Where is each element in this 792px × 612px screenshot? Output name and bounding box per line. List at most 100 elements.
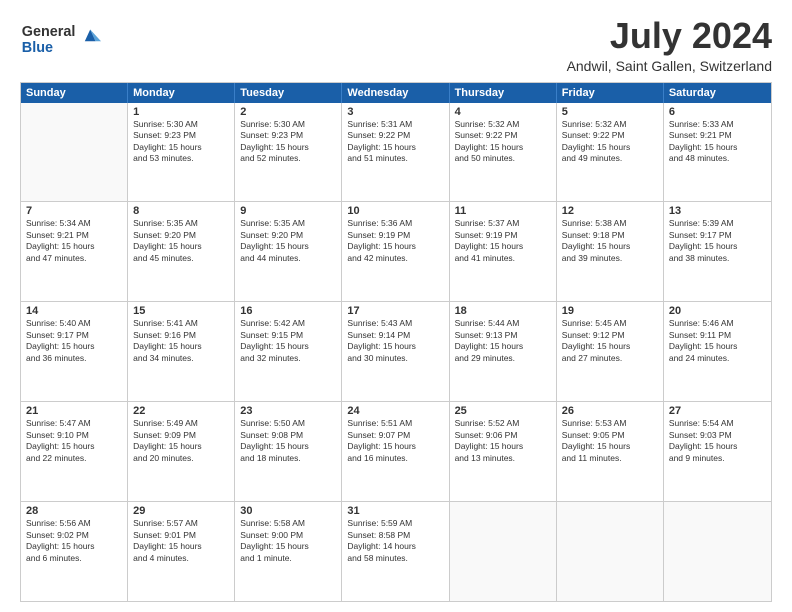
day-number: 7 — [26, 205, 122, 217]
cell-info: Sunrise: 5:41 AMSunset: 9:16 PMDaylight:… — [133, 318, 229, 364]
title-area: July 2024 Andwil, Saint Gallen, Switzerl… — [567, 16, 772, 74]
calendar-cell: 16Sunrise: 5:42 AMSunset: 9:15 PMDayligh… — [235, 302, 342, 401]
calendar-cell: 30Sunrise: 5:58 AMSunset: 9:00 PMDayligh… — [235, 502, 342, 601]
logo-image: General Blue — [20, 16, 110, 61]
calendar-cell: 9Sunrise: 5:35 AMSunset: 9:20 PMDaylight… — [235, 202, 342, 301]
day-number: 28 — [26, 505, 122, 517]
calendar-cell: 21Sunrise: 5:47 AMSunset: 9:10 PMDayligh… — [21, 402, 128, 501]
cell-info: Sunrise: 5:37 AMSunset: 9:19 PMDaylight:… — [455, 218, 551, 264]
header-day-thursday: Thursday — [450, 83, 557, 103]
day-number: 5 — [562, 106, 658, 118]
calendar-row-4: 28Sunrise: 5:56 AMSunset: 9:02 PMDayligh… — [21, 501, 771, 601]
cell-info: Sunrise: 5:34 AMSunset: 9:21 PMDaylight:… — [26, 218, 122, 264]
day-number: 9 — [240, 205, 336, 217]
day-number: 19 — [562, 305, 658, 317]
calendar-body: 1Sunrise: 5:30 AMSunset: 9:23 PMDaylight… — [21, 103, 771, 601]
day-number: 15 — [133, 305, 229, 317]
svg-text:Blue: Blue — [22, 40, 53, 56]
calendar-cell — [21, 103, 128, 202]
day-number: 12 — [562, 205, 658, 217]
calendar-row-2: 14Sunrise: 5:40 AMSunset: 9:17 PMDayligh… — [21, 301, 771, 401]
calendar-cell: 25Sunrise: 5:52 AMSunset: 9:06 PMDayligh… — [450, 402, 557, 501]
calendar: SundayMondayTuesdayWednesdayThursdayFrid… — [20, 82, 772, 602]
cell-info: Sunrise: 5:32 AMSunset: 9:22 PMDaylight:… — [455, 119, 551, 165]
calendar-cell: 20Sunrise: 5:46 AMSunset: 9:11 PMDayligh… — [664, 302, 771, 401]
day-number: 14 — [26, 305, 122, 317]
day-number: 26 — [562, 405, 658, 417]
day-number: 13 — [669, 205, 766, 217]
calendar-cell: 19Sunrise: 5:45 AMSunset: 9:12 PMDayligh… — [557, 302, 664, 401]
cell-info: Sunrise: 5:52 AMSunset: 9:06 PMDaylight:… — [455, 418, 551, 464]
calendar-cell: 2Sunrise: 5:30 AMSunset: 9:23 PMDaylight… — [235, 103, 342, 202]
day-number: 8 — [133, 205, 229, 217]
cell-info: Sunrise: 5:54 AMSunset: 9:03 PMDaylight:… — [669, 418, 766, 464]
day-number: 17 — [347, 305, 443, 317]
cell-info: Sunrise: 5:39 AMSunset: 9:17 PMDaylight:… — [669, 218, 766, 264]
calendar-row-1: 7Sunrise: 5:34 AMSunset: 9:21 PMDaylight… — [21, 201, 771, 301]
cell-info: Sunrise: 5:53 AMSunset: 9:05 PMDaylight:… — [562, 418, 658, 464]
cell-info: Sunrise: 5:31 AMSunset: 9:22 PMDaylight:… — [347, 119, 443, 165]
cell-info: Sunrise: 5:47 AMSunset: 9:10 PMDaylight:… — [26, 418, 122, 464]
calendar-cell: 27Sunrise: 5:54 AMSunset: 9:03 PMDayligh… — [664, 402, 771, 501]
day-number: 10 — [347, 205, 443, 217]
calendar-cell: 31Sunrise: 5:59 AMSunset: 8:58 PMDayligh… — [342, 502, 449, 601]
day-number: 16 — [240, 305, 336, 317]
calendar-cell: 26Sunrise: 5:53 AMSunset: 9:05 PMDayligh… — [557, 402, 664, 501]
header-day-wednesday: Wednesday — [342, 83, 449, 103]
calendar-cell: 14Sunrise: 5:40 AMSunset: 9:17 PMDayligh… — [21, 302, 128, 401]
day-number: 18 — [455, 305, 551, 317]
day-number: 22 — [133, 405, 229, 417]
header-day-sunday: Sunday — [21, 83, 128, 103]
day-number: 3 — [347, 106, 443, 118]
calendar-cell — [557, 502, 664, 601]
cell-info: Sunrise: 5:50 AMSunset: 9:08 PMDaylight:… — [240, 418, 336, 464]
calendar-cell: 10Sunrise: 5:36 AMSunset: 9:19 PMDayligh… — [342, 202, 449, 301]
day-number: 29 — [133, 505, 229, 517]
header-day-tuesday: Tuesday — [235, 83, 342, 103]
calendar-cell: 5Sunrise: 5:32 AMSunset: 9:22 PMDaylight… — [557, 103, 664, 202]
cell-info: Sunrise: 5:45 AMSunset: 9:12 PMDaylight:… — [562, 318, 658, 364]
subtitle: Andwil, Saint Gallen, Switzerland — [567, 58, 772, 74]
cell-info: Sunrise: 5:33 AMSunset: 9:21 PMDaylight:… — [669, 119, 766, 165]
cell-info: Sunrise: 5:43 AMSunset: 9:14 PMDaylight:… — [347, 318, 443, 364]
calendar-cell: 8Sunrise: 5:35 AMSunset: 9:20 PMDaylight… — [128, 202, 235, 301]
cell-info: Sunrise: 5:46 AMSunset: 9:11 PMDaylight:… — [669, 318, 766, 364]
cell-info: Sunrise: 5:42 AMSunset: 9:15 PMDaylight:… — [240, 318, 336, 364]
calendar-cell: 29Sunrise: 5:57 AMSunset: 9:01 PMDayligh… — [128, 502, 235, 601]
day-number: 24 — [347, 405, 443, 417]
cell-info: Sunrise: 5:30 AMSunset: 9:23 PMDaylight:… — [133, 119, 229, 165]
header-day-saturday: Saturday — [664, 83, 771, 103]
calendar-cell — [664, 502, 771, 601]
header: General Blue July 2024 Andwil, Saint Gal… — [20, 16, 772, 74]
calendar-cell: 11Sunrise: 5:37 AMSunset: 9:19 PMDayligh… — [450, 202, 557, 301]
logo: General Blue — [20, 16, 110, 61]
calendar-cell: 13Sunrise: 5:39 AMSunset: 9:17 PMDayligh… — [664, 202, 771, 301]
calendar-cell: 24Sunrise: 5:51 AMSunset: 9:07 PMDayligh… — [342, 402, 449, 501]
cell-info: Sunrise: 5:59 AMSunset: 8:58 PMDaylight:… — [347, 518, 443, 564]
calendar-cell: 6Sunrise: 5:33 AMSunset: 9:21 PMDaylight… — [664, 103, 771, 202]
day-number: 20 — [669, 305, 766, 317]
cell-info: Sunrise: 5:35 AMSunset: 9:20 PMDaylight:… — [133, 218, 229, 264]
calendar-cell — [450, 502, 557, 601]
cell-info: Sunrise: 5:44 AMSunset: 9:13 PMDaylight:… — [455, 318, 551, 364]
header-day-friday: Friday — [557, 83, 664, 103]
cell-info: Sunrise: 5:30 AMSunset: 9:23 PMDaylight:… — [240, 119, 336, 165]
calendar-cell: 4Sunrise: 5:32 AMSunset: 9:22 PMDaylight… — [450, 103, 557, 202]
day-number: 6 — [669, 106, 766, 118]
calendar-cell: 1Sunrise: 5:30 AMSunset: 9:23 PMDaylight… — [128, 103, 235, 202]
cell-info: Sunrise: 5:40 AMSunset: 9:17 PMDaylight:… — [26, 318, 122, 364]
day-number: 25 — [455, 405, 551, 417]
calendar-cell: 22Sunrise: 5:49 AMSunset: 9:09 PMDayligh… — [128, 402, 235, 501]
header-day-monday: Monday — [128, 83, 235, 103]
calendar-cell: 23Sunrise: 5:50 AMSunset: 9:08 PMDayligh… — [235, 402, 342, 501]
day-number: 2 — [240, 106, 336, 118]
day-number: 30 — [240, 505, 336, 517]
cell-info: Sunrise: 5:51 AMSunset: 9:07 PMDaylight:… — [347, 418, 443, 464]
calendar-header: SundayMondayTuesdayWednesdayThursdayFrid… — [21, 83, 771, 103]
calendar-cell: 18Sunrise: 5:44 AMSunset: 9:13 PMDayligh… — [450, 302, 557, 401]
day-number: 27 — [669, 405, 766, 417]
calendar-cell: 28Sunrise: 5:56 AMSunset: 9:02 PMDayligh… — [21, 502, 128, 601]
cell-info: Sunrise: 5:38 AMSunset: 9:18 PMDaylight:… — [562, 218, 658, 264]
calendar-cell: 12Sunrise: 5:38 AMSunset: 9:18 PMDayligh… — [557, 202, 664, 301]
cell-info: Sunrise: 5:58 AMSunset: 9:00 PMDaylight:… — [240, 518, 336, 564]
